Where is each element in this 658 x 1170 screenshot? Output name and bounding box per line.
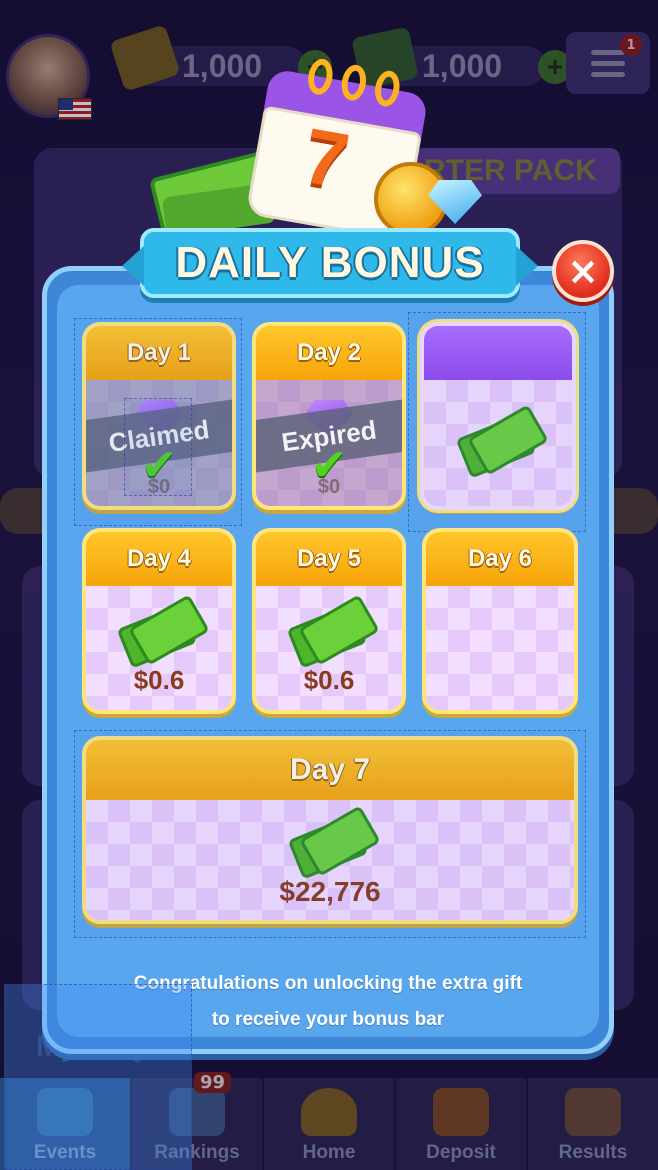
modal-title: DAILY BONUS — [175, 238, 485, 287]
highlight-events-tab — [4, 984, 192, 1170]
day-amount: $0.6 — [303, 664, 355, 695]
checkmark-icon: ✔ — [310, 440, 348, 491]
cash-icon — [118, 601, 200, 657]
close-button[interactable]: × — [552, 240, 614, 302]
day-card-6[interactable]: Day 6 — [422, 528, 578, 714]
cash-icon — [288, 601, 370, 657]
day-card-5[interactable]: Day 5 $0.6 — [252, 528, 406, 714]
day-label: Day 4 — [86, 532, 232, 586]
day-label: Day 2 — [256, 326, 402, 380]
day-amount: $0.6 — [133, 664, 185, 695]
day-card-2[interactable]: Day 2 Expired $0 ✔ — [252, 322, 406, 510]
daily-bonus-banner: DAILY BONUS — [122, 228, 538, 298]
close-icon: × — [567, 249, 599, 293]
highlight-day-3 — [408, 312, 586, 532]
highlight-day-1-icon — [124, 398, 192, 496]
day-label: Day 5 — [256, 532, 402, 586]
day-card-4[interactable]: Day 4 $0.6 — [82, 528, 236, 714]
highlight-day-7 — [74, 730, 586, 938]
day-label: Day 6 — [426, 532, 574, 586]
